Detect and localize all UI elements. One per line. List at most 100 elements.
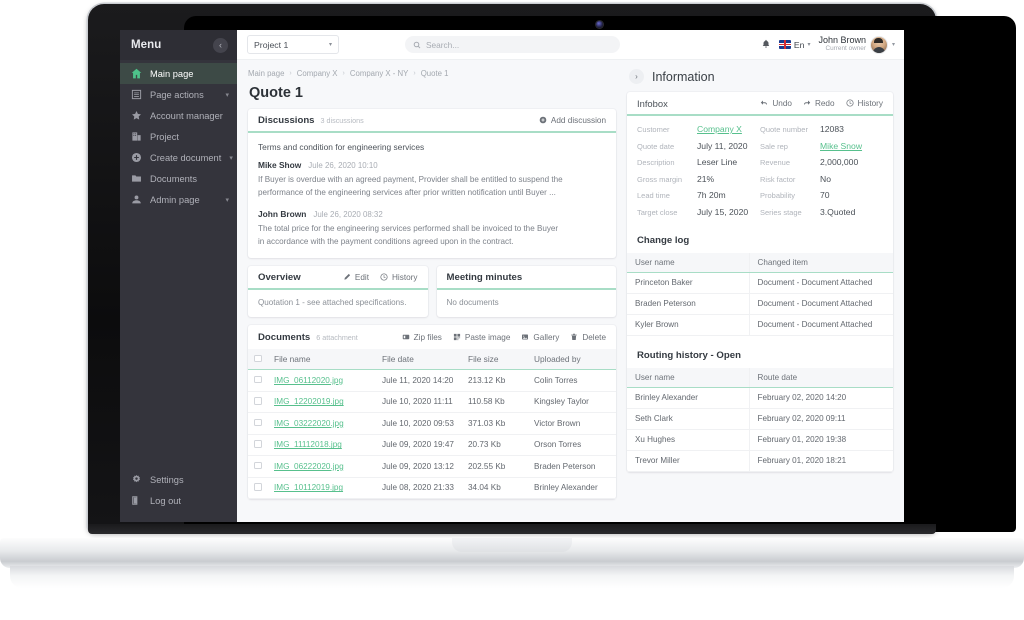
breadcrumb-item[interactable]: Main page: [248, 69, 284, 78]
user-info: John Brown Current owner: [818, 35, 866, 52]
sidebar-item-settings[interactable]: Settings: [120, 469, 237, 490]
add-discussion-button[interactable]: Add discussion: [539, 116, 606, 125]
user-name-cell: Kyler Brown: [627, 314, 750, 336]
field-label: Description: [637, 158, 675, 167]
checkbox[interactable]: [254, 461, 262, 470]
file-link[interactable]: IMG_06112020.jpg: [274, 376, 343, 385]
field-value[interactable]: Mike Snow: [820, 141, 862, 151]
col-uploaded-by[interactable]: Uploaded by: [528, 349, 616, 371]
overview-edit-button[interactable]: Edit: [343, 273, 369, 282]
checkbox[interactable]: [254, 354, 262, 363]
file-name-cell[interactable]: IMG_11112018.jpg: [268, 434, 376, 457]
paste-image-button[interactable]: Paste image: [453, 333, 510, 342]
table-row[interactable]: Braden Peterson Document - Document Atta…: [627, 293, 893, 315]
row-checkbox-cell[interactable]: [248, 412, 268, 435]
chevron-down-icon: ▾: [807, 42, 811, 48]
table-row[interactable]: IMG_06222020.jpg Jule 09, 2020 13:12 202…: [248, 455, 616, 478]
table-row[interactable]: IMG_10112019.jpg Jule 08, 2020 21:33 34.…: [248, 477, 616, 500]
row-checkbox-cell[interactable]: [248, 477, 268, 500]
table-row[interactable]: Princeton Baker Document - Document Atta…: [627, 272, 893, 294]
page-title: Quote 1: [249, 85, 303, 101]
col-file-date[interactable]: File date: [376, 349, 462, 371]
topbar: Project 1 ▾ Search... En ▾ John Brown Cu…: [237, 30, 904, 60]
file-name-cell[interactable]: IMG_06112020.jpg: [268, 369, 376, 392]
col-user-name[interactable]: User name: [627, 252, 750, 273]
file-link[interactable]: IMG_03222020.jpg: [274, 419, 344, 428]
discussion-author: John Brown: [258, 209, 307, 220]
row-checkbox-cell[interactable]: [248, 391, 268, 414]
uploaded-by-cell: Brinley Alexander: [528, 477, 616, 500]
row-checkbox-cell[interactable]: [248, 369, 268, 392]
sidebar-item-log-out[interactable]: Log out: [120, 490, 237, 511]
file-name-cell[interactable]: IMG_12202019.jpg: [268, 391, 376, 414]
user-name-cell: Seth Clark: [627, 408, 750, 430]
breadcrumb-item[interactable]: Company X - NY: [350, 69, 409, 78]
overview-history-button[interactable]: History: [380, 273, 418, 282]
sidebar-collapse-icon[interactable]: ‹: [213, 37, 228, 53]
sidebar-item-documents[interactable]: Documents: [120, 168, 237, 189]
breadcrumb-item[interactable]: Company X: [297, 69, 338, 78]
file-link[interactable]: IMG_10112019.jpg: [274, 483, 343, 492]
checkbox[interactable]: [254, 483, 262, 491]
avatar[interactable]: [870, 36, 887, 53]
col-user-name[interactable]: User name: [627, 367, 750, 388]
col-file-size[interactable]: File size: [462, 349, 528, 371]
table-row[interactable]: Xu Hughes February 01, 2020 19:38: [627, 429, 893, 451]
app-window: Menu ‹ Main page Page actions ▾ Account …: [120, 30, 904, 522]
table-row[interactable]: Seth Clark February 02, 2020 09:11: [627, 408, 893, 430]
project-select[interactable]: Project 1 ▾: [247, 35, 339, 54]
redo-button[interactable]: Redo: [803, 99, 835, 108]
row-checkbox-cell[interactable]: [248, 455, 268, 478]
breadcrumb-item[interactable]: Quote 1: [421, 69, 449, 78]
sidebar-item-project[interactable]: Project: [120, 126, 237, 147]
table-row[interactable]: IMG_06112020.jpg Jule 11, 2020 14:20 213…: [248, 369, 616, 392]
table-row[interactable]: IMG_12202019.jpg Jule 10, 2020 11:11 110…: [248, 391, 616, 414]
checkbox[interactable]: [254, 375, 262, 384]
file-link[interactable]: IMG_11112018.jpg: [274, 440, 342, 449]
file-name-cell[interactable]: IMG_06222020.jpg: [268, 455, 376, 478]
field-value: 2,000,000: [820, 157, 859, 167]
col-changed-item[interactable]: Changed item: [749, 252, 893, 273]
table-row[interactable]: Kyler Brown Document - Document Attached: [627, 314, 893, 336]
select-all-cell[interactable]: [248, 349, 268, 371]
sidebar-item-label: Log out: [150, 495, 182, 506]
history-button[interactable]: History: [845, 99, 883, 108]
col-file-name[interactable]: File name: [268, 349, 376, 371]
search-input[interactable]: Search...: [405, 36, 620, 53]
file-date-cell: Jule 09, 2020 13:12: [376, 455, 462, 478]
language-selector[interactable]: En ▾: [778, 40, 811, 50]
file-link[interactable]: IMG_06222020.jpg: [274, 462, 344, 471]
file-name-cell[interactable]: IMG_03222020.jpg: [268, 412, 376, 435]
field-value[interactable]: Company X: [697, 124, 742, 134]
bell-icon[interactable]: [761, 36, 771, 54]
gallery-label: Gallery: [533, 332, 560, 342]
table-row[interactable]: IMG_03222020.jpg Jule 10, 2020 09:53 371…: [248, 412, 616, 435]
sidebar-item-create-document[interactable]: Create document ▾: [120, 147, 237, 168]
row-checkbox-cell[interactable]: [248, 434, 268, 457]
checkbox[interactable]: [254, 397, 262, 405]
user-menu[interactable]: John Brown Current owner ▾: [818, 35, 895, 53]
sidebar-item-main-page[interactable]: Main page: [120, 63, 237, 84]
file-name-cell[interactable]: IMG_10112019.jpg: [268, 477, 376, 500]
checkbox[interactable]: [254, 440, 262, 448]
sidebar-item-admin-page[interactable]: Admin page ▾: [120, 189, 237, 210]
breadcrumb-separator: ›: [413, 70, 416, 77]
table-row[interactable]: IMG_11112018.jpg Jule 09, 2020 19:47 20.…: [248, 434, 616, 457]
col-route-date[interactable]: Route date: [749, 367, 893, 388]
undo-button[interactable]: Undo: [760, 99, 792, 108]
sidebar-item-label: Main page: [150, 68, 194, 79]
sidebar-item-label: Create document: [150, 152, 222, 163]
file-size-cell: 34.04 Kb: [462, 477, 528, 500]
checkbox[interactable]: [254, 418, 262, 427]
file-link[interactable]: IMG_12202019.jpg: [274, 397, 344, 406]
gallery-button[interactable]: Gallery: [521, 333, 559, 342]
chevron-right-icon[interactable]: ›: [629, 69, 644, 84]
table-row[interactable]: Brinley Alexander February 02, 2020 14:2…: [627, 387, 893, 409]
delete-button[interactable]: Delete: [570, 333, 606, 342]
undo-label: Undo: [772, 98, 792, 108]
field-lead-time: Lead time 7h 20m: [637, 190, 760, 200]
sidebar-item-page-actions[interactable]: Page actions ▾: [120, 84, 237, 105]
zip-files-button[interactable]: Zip files: [402, 333, 442, 342]
table-row[interactable]: Trevor Miller February 01, 2020 18:21: [627, 450, 893, 472]
sidebar-item-account-manager[interactable]: Account manager: [120, 105, 237, 126]
